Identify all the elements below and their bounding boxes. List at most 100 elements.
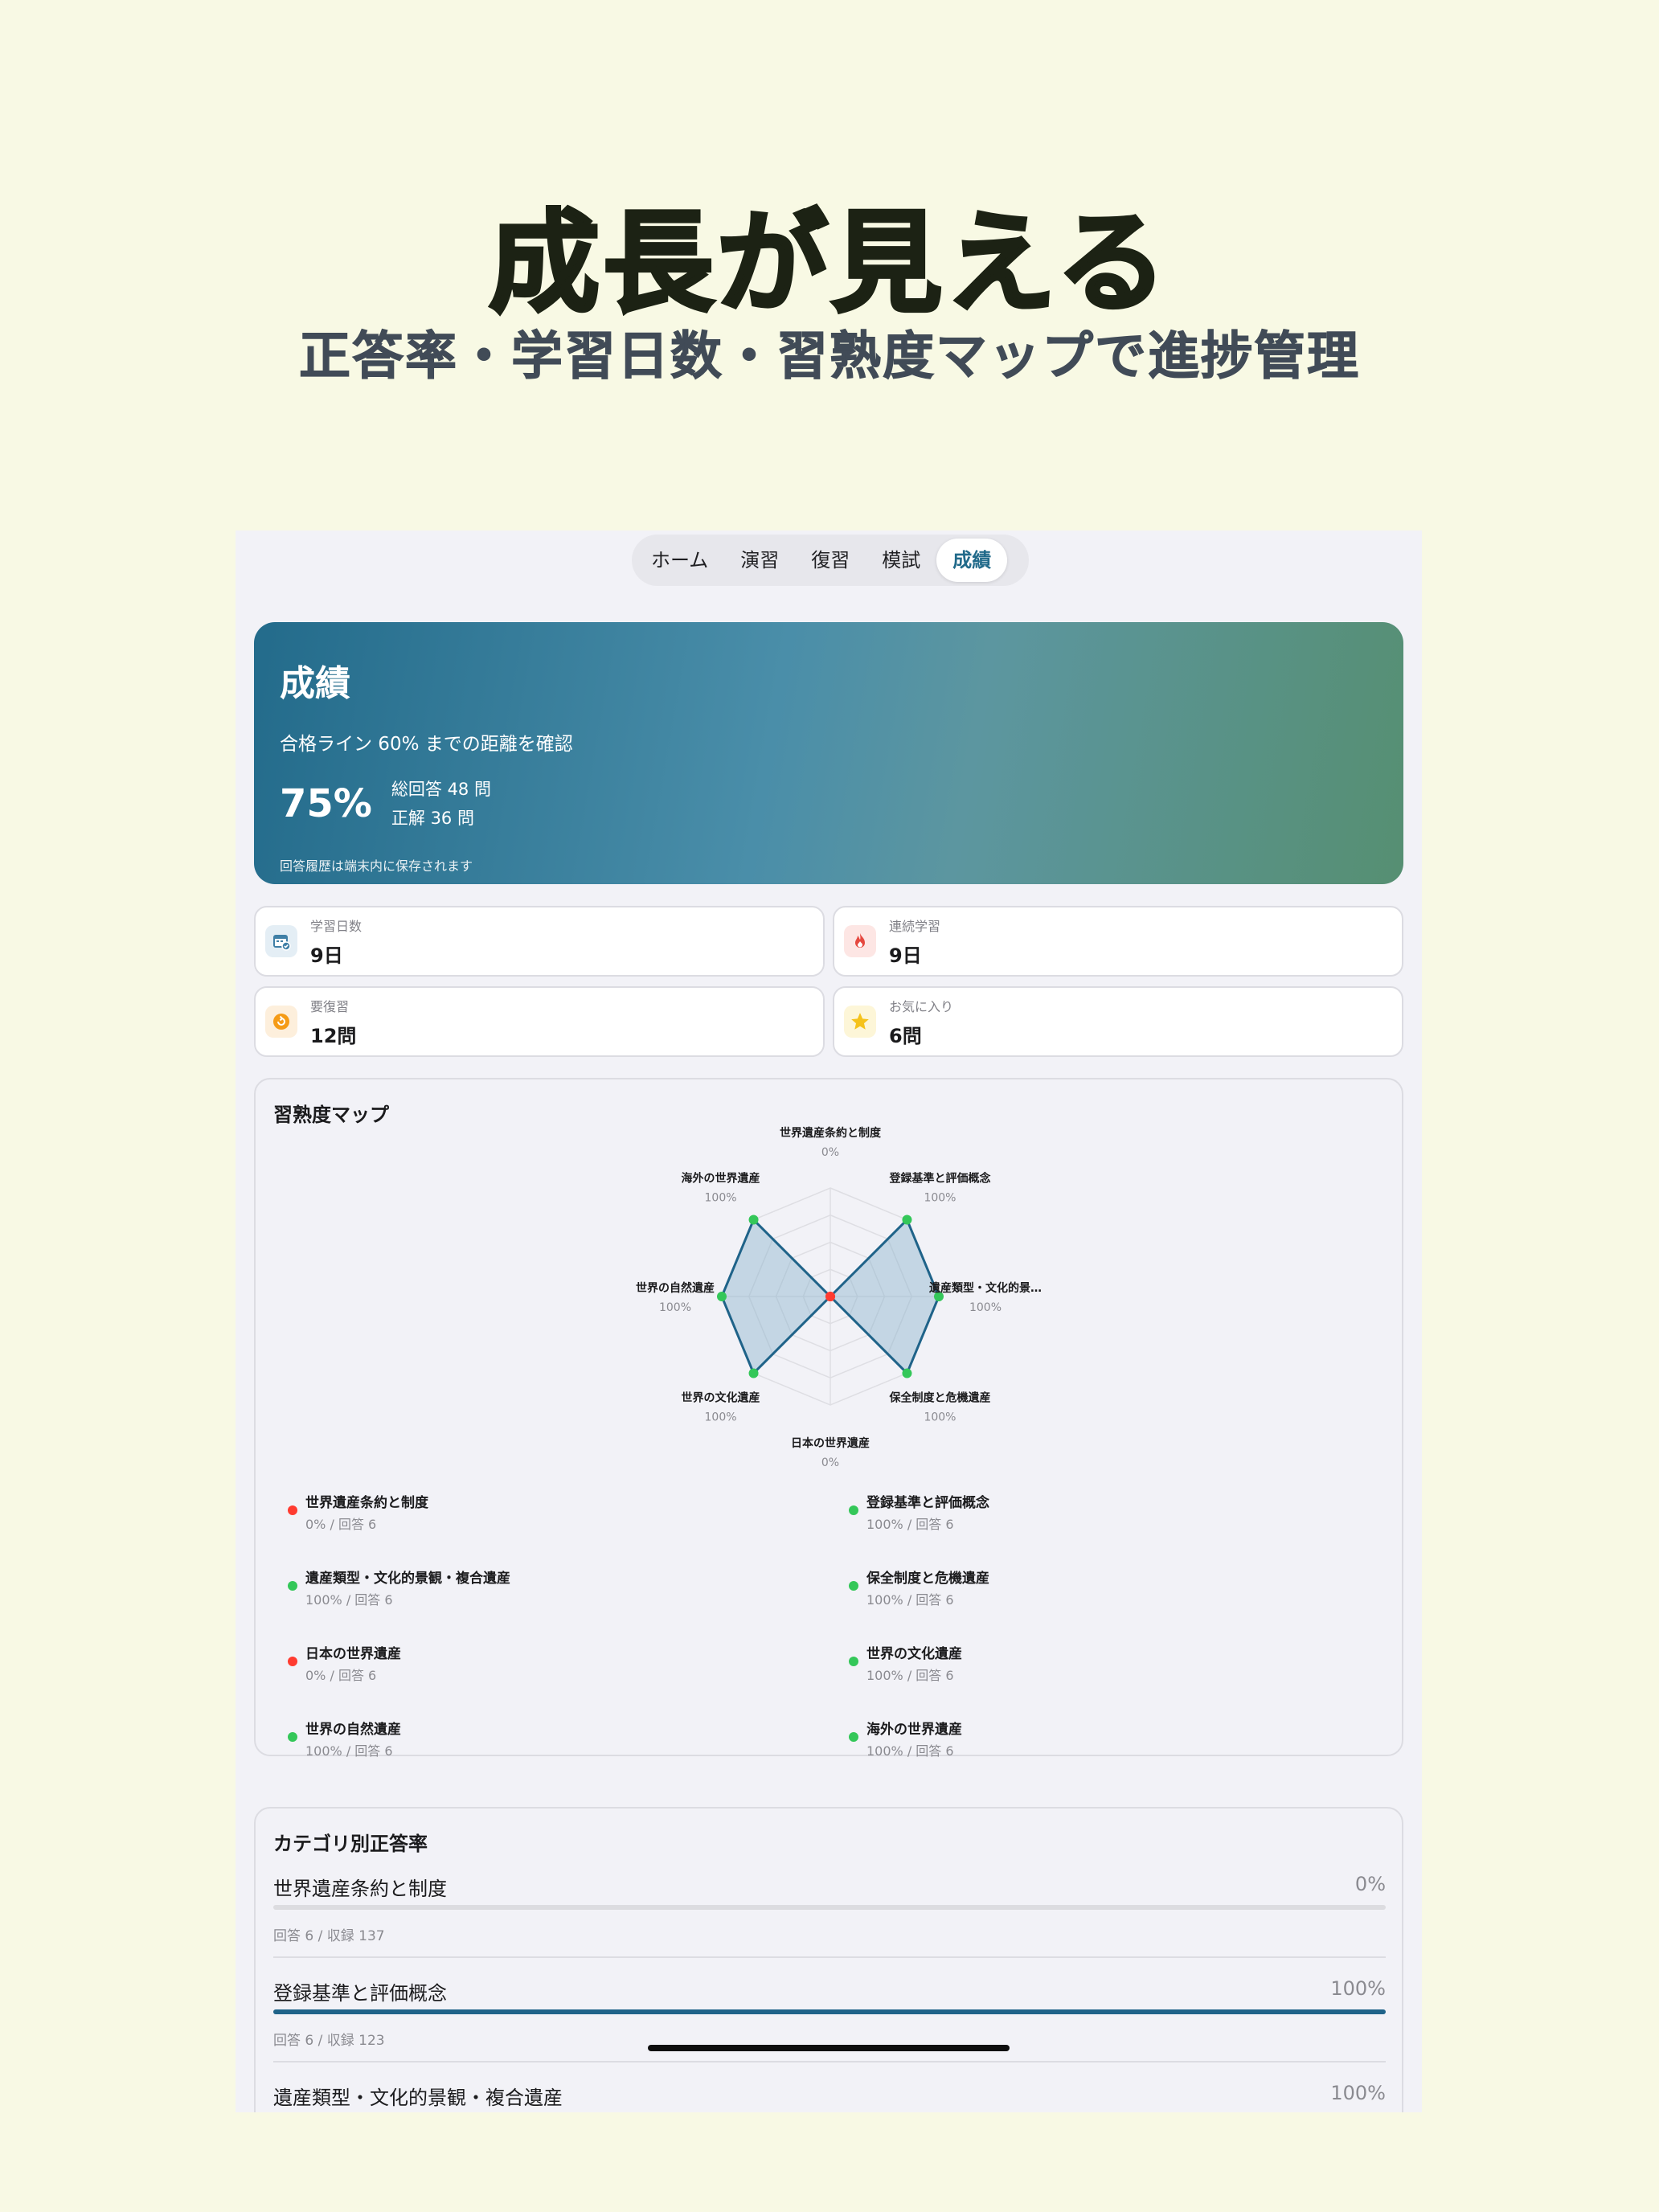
category-percent: 100%	[1330, 2082, 1386, 2104]
tab-mock-exam[interactable]: 模試	[866, 539, 936, 582]
correct-answers: 正解 36 問	[391, 809, 474, 828]
legend-status-dot	[288, 1581, 297, 1591]
legend-status-dot	[849, 1581, 858, 1591]
legend-name: 世界の文化遺産	[866, 1646, 962, 1662]
tab-home[interactable]: ホーム	[635, 539, 724, 582]
radar-axis-label: 海外の世界遺産	[682, 1172, 760, 1186]
radar-axis-percent: 100%	[659, 1301, 691, 1314]
category-row[interactable]: 世界遺産条約と制度 0% 回答 6 / 収録 137	[273, 1873, 1386, 1969]
stat-needs-review[interactable]: 要復習 12問	[254, 986, 825, 1057]
total-answers: 総回答 48 問	[391, 780, 491, 799]
stat-streak: 連続学習 9日	[833, 906, 1403, 977]
category-row[interactable]: 遺産類型・文化的景観・複合遺産 100%	[273, 2082, 1386, 2112]
stat-label: 学習日数	[310, 918, 363, 934]
legend-detail: 0% / 回答 6	[305, 1517, 377, 1532]
stat-favorites[interactable]: お気に入り 6問	[833, 986, 1403, 1057]
stat-value: 9日	[310, 944, 343, 967]
legend-item: 海外の世界遺産 100% / 回答 6	[849, 1710, 1411, 1759]
category-divider	[273, 2061, 1386, 2062]
storage-note: 回答履歴は端末内に保存されます	[280, 858, 473, 874]
legend-item: 保全制度と危機遺産 100% / 回答 6	[849, 1559, 1411, 1608]
legend-detail: 100% / 回答 6	[866, 1517, 954, 1532]
legend-detail: 100% / 回答 6	[866, 1668, 954, 1683]
legend-detail: 100% / 回答 6	[866, 1592, 954, 1608]
legend-name: 遺産類型・文化的景観・複合遺産	[305, 1571, 510, 1587]
mastery-map-card: 習熟度マップ 世界遺産条約と制度 0% 登録基準と評価概念 100% 遺産類型・文化的景…	[254, 1078, 1403, 1759]
category-progress-fill	[273, 2009, 1386, 2014]
category-name: 登録基準と評価概念	[273, 1982, 447, 2005]
radar-axis-label: 登録基準と評価概念	[888, 1172, 991, 1186]
stat-study-days: 学習日数 9日	[254, 906, 825, 977]
category-divider	[273, 1956, 1386, 1958]
radar-point	[748, 1368, 759, 1378]
radar-point	[717, 1292, 727, 1301]
stat-label: 連続学習	[889, 918, 941, 934]
radar-point	[825, 1292, 835, 1301]
app-screen: ホーム 演習 復習 模試 成績 成績 合格ライン 60% までの距離を確認 75…	[236, 530, 1422, 2112]
radar-axis-percent: 100%	[924, 1411, 956, 1423]
legend-detail: 100% / 回答 6	[305, 1592, 393, 1608]
radar-axis-percent: 0%	[821, 1456, 839, 1469]
category-meta: 回答 6 / 収録 123	[273, 2033, 385, 2049]
category-accuracy-title: カテゴリ別正答率	[273, 1833, 428, 1855]
legend-status-dot	[288, 1505, 297, 1515]
legend-status-dot	[288, 1732, 297, 1742]
calendar-check-icon	[265, 925, 297, 957]
legend-item: 世界の文化遺産 100% / 回答 6	[849, 1634, 1411, 1683]
legend-item: 遺産類型・文化的景観・複合遺産 100% / 回答 6	[288, 1559, 850, 1608]
tab-practice[interactable]: 演習	[724, 539, 795, 582]
hero-subtitle: 合格ライン 60% までの距離を確認	[280, 734, 573, 755]
stat-label: 要復習	[310, 998, 350, 1014]
promo-headline: 成長が見える	[487, 197, 1170, 330]
answer-counts: 総回答 48 問 正解 36 問	[391, 775, 491, 833]
radar-axis-label: 日本の世界遺産	[791, 1436, 870, 1450]
category-accuracy-card: カテゴリ別正答率 世界遺産条約と制度 0% 回答 6 / 収録 137 登録基準と評価…	[254, 1807, 1403, 2112]
hero-title: 成績	[280, 663, 350, 704]
stat-value: 9日	[889, 944, 922, 967]
tab-results[interactable]: 成績	[936, 539, 1008, 582]
stat-label: お気に入り	[889, 998, 954, 1014]
category-meta: 回答 6 / 収録 137	[273, 1928, 385, 1944]
radar-point	[902, 1215, 912, 1225]
stat-value: 6問	[889, 1024, 922, 1047]
legend-item: 登録基準と評価概念 100% / 回答 6	[849, 1483, 1411, 1532]
legend-item: 世界遺産条約と制度 0% / 回答 6	[288, 1483, 850, 1532]
category-percent: 0%	[1354, 1873, 1386, 1895]
legend-name: 世界の自然遺産	[305, 1722, 401, 1738]
flame-icon	[844, 925, 876, 957]
category-progress-track	[273, 2009, 1386, 2014]
radar-axis-percent: 100%	[705, 1411, 737, 1423]
tab-bar: ホーム 演習 復習 模試 成績	[632, 535, 1029, 586]
legend-status-dot	[849, 1505, 858, 1515]
radar-axis-percent: 100%	[705, 1192, 737, 1205]
legend-name: 登録基準と評価概念	[866, 1495, 989, 1511]
category-percent: 100%	[1330, 1977, 1386, 2000]
mastery-radar-chart: 世界遺産条約と制度 0% 登録基準と評価概念 100% 遺産類型・文化的景… 100% 保全…	[636, 1126, 1042, 1469]
category-name: 遺産類型・文化的景観・複合遺産	[273, 2087, 563, 2109]
legend-status-dot	[288, 1657, 297, 1666]
legend-name: 保全制度と危機遺産	[866, 1571, 989, 1587]
legend-name: 世界遺産条約と制度	[305, 1495, 428, 1511]
tab-review[interactable]: 復習	[795, 539, 866, 582]
legend-item: 世界の自然遺産 100% / 回答 6	[288, 1710, 850, 1759]
stat-value: 12問	[310, 1024, 357, 1047]
results-hero-card: 成績 合格ライン 60% までの距離を確認 75% 総回答 48 問 正解 36…	[254, 622, 1403, 884]
radar-axis-label: 遺産類型・文化的景…	[929, 1281, 1042, 1295]
legend-name: 日本の世界遺産	[305, 1646, 401, 1662]
radar-axis-label: 世界遺産条約と制度	[780, 1126, 882, 1140]
radar-axis-label: 世界の文化遺産	[682, 1391, 760, 1404]
legend-status-dot	[849, 1732, 858, 1742]
radar-axis-percent: 100%	[924, 1192, 956, 1205]
radar-axis-label: 保全制度と危機遺産	[888, 1391, 990, 1404]
accuracy-percent: 75%	[280, 781, 372, 826]
legend-name: 海外の世界遺産	[866, 1722, 962, 1738]
hero-stats: 75% 総回答 48 問 正解 36 問	[280, 775, 1378, 833]
radar-point	[902, 1368, 912, 1378]
review-arrow-icon	[265, 1006, 297, 1038]
radar-axis-percent: 0%	[821, 1146, 839, 1159]
category-name: 世界遺産条約と制度	[273, 1878, 447, 1900]
category-row[interactable]: 登録基準と評価概念 100% 回答 6 / 収録 123	[273, 1977, 1386, 2074]
promo-subhead: 正答率・学習日数・習熟度マップで進捗管理	[299, 327, 1360, 387]
radar-axis-percent: 100%	[969, 1301, 1002, 1314]
category-progress-track	[273, 1905, 1386, 1910]
